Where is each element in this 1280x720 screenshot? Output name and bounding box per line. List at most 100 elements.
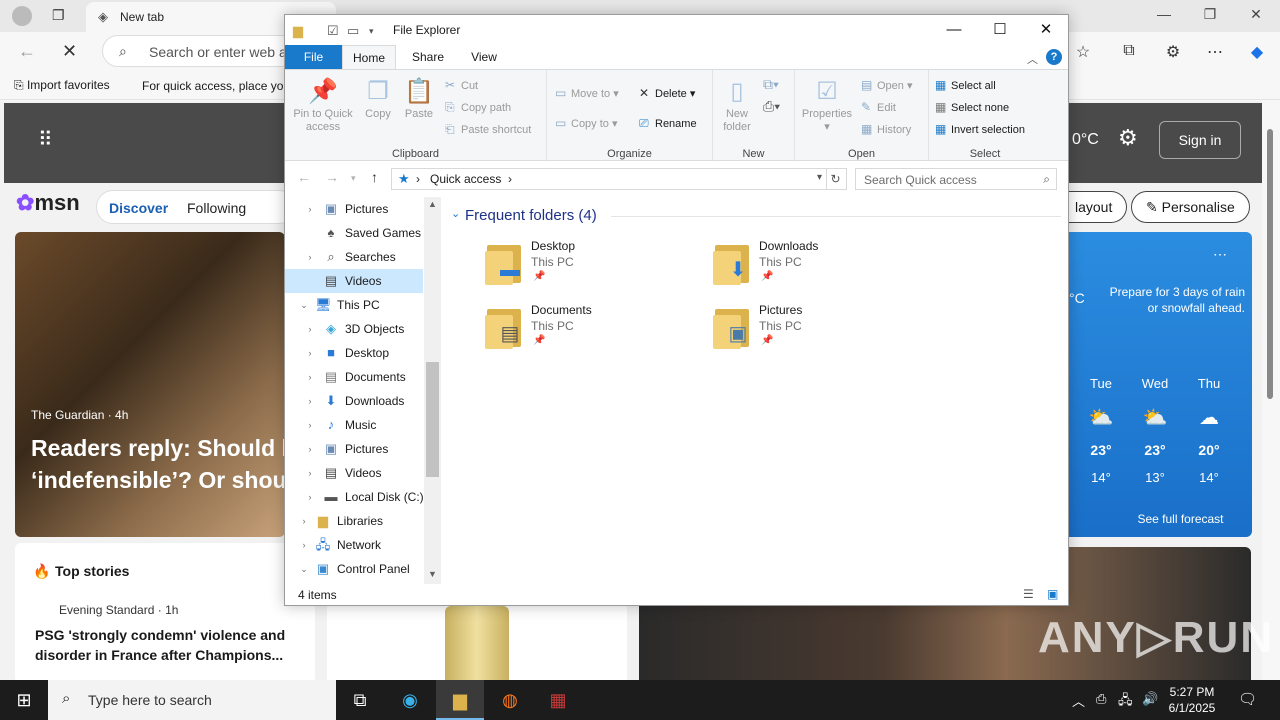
edge-restore-button[interactable]: ❐ [1198, 6, 1222, 26]
properties-button[interactable]: ☑ Properties ▾ [799, 76, 855, 134]
group-collapse-icon[interactable]: ⌄ [451, 207, 460, 220]
new-folder-button[interactable]: ▯ New folder [717, 76, 757, 134]
msn-hero-card[interactable]: The Guardian · 4h Readers reply: Should … [15, 232, 285, 537]
file-explorer-taskbar-icon[interactable]: ▆ [436, 680, 484, 720]
expand-chevron-icon[interactable]: › [305, 341, 315, 365]
nav-item[interactable]: ♠ Saved Games [285, 221, 423, 245]
nav-item[interactable]: ⌄ 🖥 This PC [285, 293, 423, 317]
notification-icon[interactable]: 🗨 [1238, 690, 1257, 708]
nav-item[interactable]: ⌄ ▣ Control Panel [285, 557, 423, 581]
copy-to-button[interactable]: ▭ Copy to ▾ [555, 116, 618, 130]
firefox-taskbar-icon[interactable]: ◍ [486, 680, 534, 720]
nav-item[interactable]: › 🖧 Network [285, 533, 423, 557]
explorer-minimize-button[interactable]: — [931, 15, 977, 45]
news-card-image[interactable] [327, 606, 627, 680]
tray-chevron-icon[interactable]: ︿ [1072, 691, 1085, 710]
hero-headline[interactable]: Readers reply: Should b ‘indefensible’? … [31, 432, 285, 496]
rename-button[interactable]: ⎚ Rename [639, 116, 697, 131]
windows-start-icon[interactable]: ⊞ [0, 680, 48, 720]
edge-page-scrollbar[interactable] [1262, 101, 1280, 680]
edit-button[interactable]: ✎ Edit [861, 100, 896, 114]
expand-chevron-icon[interactable]: › [305, 317, 315, 341]
msn-logo[interactable]: ✿msn [16, 190, 80, 216]
msn-signin-button[interactable]: Sign in [1159, 121, 1241, 159]
expand-chevron-icon[interactable]: › [305, 461, 315, 485]
nav-item[interactable]: › ▤ Documents [285, 365, 423, 389]
explorer-address-bar[interactable]: ★ › Quick access › ▾ [391, 168, 827, 190]
new-item-icon[interactable]: ⧉▾ [763, 76, 779, 93]
story-headline[interactable]: PSG 'strongly condemn' violence and diso… [35, 625, 295, 665]
taskbar-search-box[interactable]: ⌕ Type here to search [48, 680, 336, 720]
refresh-icon[interactable]: ↻ [825, 168, 847, 190]
nav-item[interactable]: › ◈ 3D Objects [285, 317, 423, 341]
invert-selection-button[interactable]: ▦ Invert selection [935, 122, 1025, 136]
paste-shortcut-button[interactable]: ⎗ Paste shortcut [445, 122, 531, 137]
tab-share[interactable]: Share [403, 45, 453, 69]
large-icons-view-icon[interactable]: ▣ [1047, 587, 1058, 601]
scroll-up-icon[interactable]: ▲ [428, 199, 437, 209]
move-to-button[interactable]: ▭ Move to ▾ [555, 86, 619, 100]
copilot-icon[interactable]: ◆ [1246, 42, 1268, 62]
breadcrumb-quick-access[interactable]: Quick access [430, 172, 501, 186]
explorer-title-bar[interactable]: ▆ ☑ ▭ ▾ File Explorer — ☐ ✕ [285, 15, 1068, 45]
history-button[interactable]: ▦ History [861, 122, 911, 136]
folder-tile-pictures[interactable]: ▣ Pictures This PC 📌 [713, 303, 933, 363]
expand-chevron-icon[interactable]: › [305, 245, 315, 269]
qat-properties-icon[interactable]: ☑ [327, 23, 339, 39]
folder-tile-desktop[interactable]: ▬ Desktop This PC 📌 [485, 239, 705, 299]
select-all-button[interactable]: ▦ Select all [935, 78, 996, 92]
tab-home[interactable]: Home [342, 45, 396, 69]
address-dropdown-icon[interactable]: ▾ [817, 172, 822, 183]
breadcrumb-separator[interactable]: › [416, 172, 420, 186]
expand-chevron-icon[interactable]: › [305, 485, 315, 509]
details-view-icon[interactable]: ☰ [1023, 587, 1034, 601]
favorite-star-icon[interactable]: ☆ [1072, 42, 1094, 62]
nav-item-selected[interactable]: ▤ Videos [285, 269, 423, 293]
tab-file[interactable]: File [285, 45, 342, 69]
see-full-forecast-link[interactable]: See full forecast [1069, 512, 1262, 526]
open-button[interactable]: ▤ Open ▾ [861, 78, 913, 92]
pin-quick-access-button[interactable]: 📌 Pin to Quick access [289, 76, 357, 134]
weather-more-icon[interactable]: ⋯ [1213, 246, 1227, 263]
qat-customize-icon[interactable]: ▾ [369, 26, 374, 37]
edge-stop-button[interactable]: ✕ [62, 41, 77, 62]
edge-close-button[interactable]: ✕ [1244, 6, 1268, 26]
expand-chevron-icon[interactable]: › [299, 509, 309, 533]
qat-newfolder-icon[interactable]: ▭ [347, 23, 359, 39]
explorer-search-box[interactable]: Search Quick access ⌕ [855, 168, 1057, 190]
explorer-close-button[interactable]: ✕ [1023, 15, 1069, 45]
cut-button[interactable]: ✂ Cut [445, 78, 478, 92]
collapse-chevron-icon[interactable]: ⌄ [299, 293, 309, 317]
expand-chevron-icon[interactable]: › [305, 389, 315, 413]
settings-gear-icon[interactable]: ⚙ [1118, 125, 1138, 151]
up-arrow-icon[interactable]: ↑ [371, 169, 378, 185]
weather-alert[interactable]: Prepare for 3 days of rain or snowfall a… [1105, 284, 1245, 316]
delete-button[interactable]: ✕ Delete ▾ [639, 86, 695, 100]
scrollbar-thumb[interactable] [1267, 129, 1273, 399]
more-menu-icon[interactable]: ⋯ [1204, 42, 1226, 62]
network-icon[interactable]: 🖧 [1118, 691, 1133, 713]
layout-button[interactable]: layout [1069, 191, 1128, 223]
tab-following[interactable]: Following [187, 200, 246, 216]
expand-chevron-icon[interactable]: › [299, 533, 309, 557]
copy-button[interactable]: ❐ Copy [361, 76, 395, 121]
collections-icon[interactable]: ⧉ [1118, 42, 1140, 62]
paste-button[interactable]: 📋 Paste [401, 76, 437, 121]
copy-path-button[interactable]: ⎘ Copy path [445, 100, 511, 115]
weather-card[interactable]: ⋯ °C Prepare for 3 days of rain or snowf… [1069, 232, 1252, 537]
scroll-down-icon[interactable]: ▼ [428, 569, 437, 579]
nav-item[interactable]: › ⌕ Searches [285, 245, 423, 269]
recent-locations-icon[interactable]: ▾ [351, 173, 356, 184]
expand-chevron-icon[interactable]: › [305, 197, 315, 221]
nav-item[interactable]: › ▬ Local Disk (C:) [285, 485, 424, 509]
folder-tile-downloads[interactable]: ⬇ Downloads This PC 📌 [713, 239, 933, 299]
task-view-icon[interactable]: ⧉ [336, 680, 384, 720]
nav-item[interactable]: › ■ Desktop [285, 341, 423, 365]
nav-item[interactable]: › ▆ Libraries [285, 509, 423, 533]
expand-chevron-icon[interactable]: › [305, 365, 315, 389]
frequent-folders-heading[interactable]: Frequent folders (4) [465, 207, 597, 224]
import-favorites-button[interactable]: ⎘ Import favorites [14, 78, 110, 93]
extensions-icon[interactable]: ⚙ [1162, 42, 1184, 62]
profile-avatar-icon[interactable] [12, 6, 32, 26]
nav-item[interactable]: › ▣ Pictures [285, 437, 423, 461]
